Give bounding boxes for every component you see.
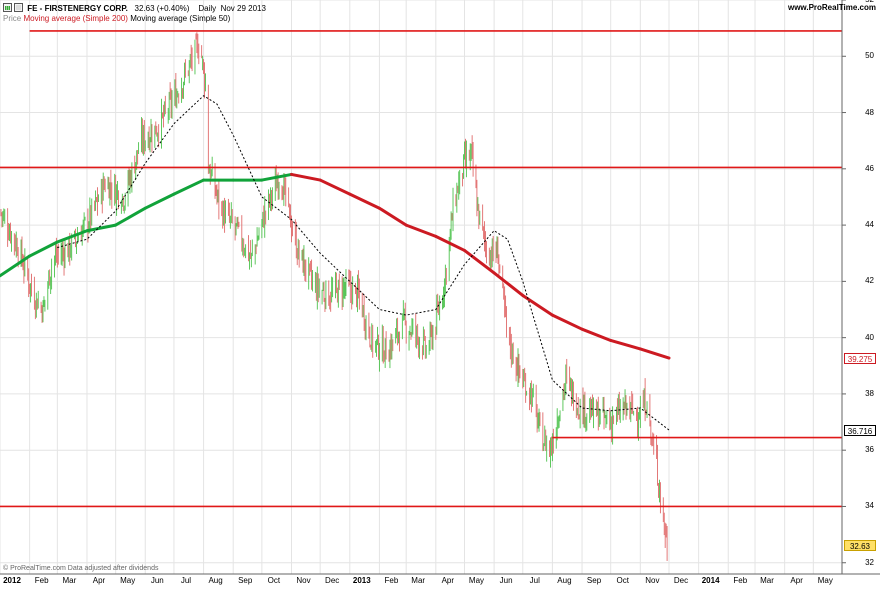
x-tick-label: Feb <box>384 576 399 585</box>
x-tick-label: Dec <box>673 576 689 585</box>
x-tick-label: Feb <box>733 576 748 585</box>
x-tick-label: Mar <box>760 576 774 585</box>
x-tick-label: Jul <box>180 576 192 585</box>
x-tick-label: Dec <box>325 576 340 585</box>
x-tick-label: Aug <box>208 576 223 585</box>
x-tick-label: Nov <box>296 576 311 585</box>
y-tick-label: 48 <box>865 107 874 117</box>
x-tick-label: 2013 <box>352 576 371 585</box>
x-tick-label: Aug <box>557 576 572 585</box>
ma50-legend[interactable]: Moving average (Simple 50) <box>130 14 230 23</box>
last-price-label: 32.63 <box>844 540 876 552</box>
y-tick-label: 40 <box>865 332 874 342</box>
y-tick-label: 42 <box>865 276 874 286</box>
y-tick-label: 34 <box>865 501 874 511</box>
ma50-value-label: 36.716 <box>844 425 876 437</box>
x-tick-label: Jun <box>150 576 164 585</box>
x-tick-label: Jun <box>499 576 513 585</box>
x-tick-label: May <box>817 576 833 585</box>
period-label: Daily <box>198 4 217 13</box>
y-tick-label: 44 <box>865 220 874 230</box>
y-tick-label: 46 <box>865 163 874 173</box>
y-tick-label: 36 <box>865 445 874 455</box>
x-tick-label: Sep <box>586 576 602 585</box>
x-tick-label: Apr <box>441 576 455 585</box>
indicator-legend: Price Moving average (Simple 200) Moving… <box>3 14 230 23</box>
chart-area: 3234363840424446485052 2012FebMarAprMayJ… <box>0 0 880 587</box>
x-tick-label: Oct <box>616 576 629 585</box>
ma200-value-label: 39.275 <box>844 353 876 365</box>
x-tick-label: Apr <box>92 576 106 585</box>
x-tick-label: May <box>468 576 485 585</box>
chart-date: Nov 29 2013 <box>220 4 266 13</box>
x-tick-label: Mar <box>411 576 426 585</box>
settings-icon[interactable] <box>14 3 23 12</box>
x-tick-label: Feb <box>34 576 49 585</box>
instrument-title: FE - FIRSTENERGY CORP. <box>27 4 128 13</box>
x-tick-label: May <box>120 576 136 585</box>
x-tick-label: 2012 <box>3 576 21 585</box>
y-tick-label: 50 <box>865 51 874 61</box>
y-tick-label: 38 <box>865 388 874 398</box>
chart-type-icon[interactable] <box>3 3 12 12</box>
site-link[interactable]: www.ProRealTime.com <box>788 3 876 12</box>
x-tick-label: Mar <box>62 576 77 585</box>
ma200-legend[interactable]: Moving average (Simple 200) <box>23 14 128 23</box>
x-tick-label: Nov <box>645 576 660 585</box>
price-legend: Price <box>3 14 22 23</box>
x-tick-label: Oct <box>267 576 281 585</box>
price-chart <box>0 0 880 575</box>
x-tick-label: 2014 <box>701 576 720 585</box>
x-tick-label: Sep <box>238 576 253 585</box>
last-quote: 32.63 (+0.40%) <box>134 4 190 13</box>
y-tick-label: 32 <box>865 557 874 567</box>
plot-background <box>0 0 842 574</box>
footer-note: © ProRealTime.com Data adjusted after di… <box>3 565 159 572</box>
x-tick-label: Jul <box>529 576 540 585</box>
x-tick-label: Apr <box>790 576 803 585</box>
chart-header: FE - FIRSTENERGY CORP. 32.63 (+0.40%) Da… <box>3 3 266 13</box>
